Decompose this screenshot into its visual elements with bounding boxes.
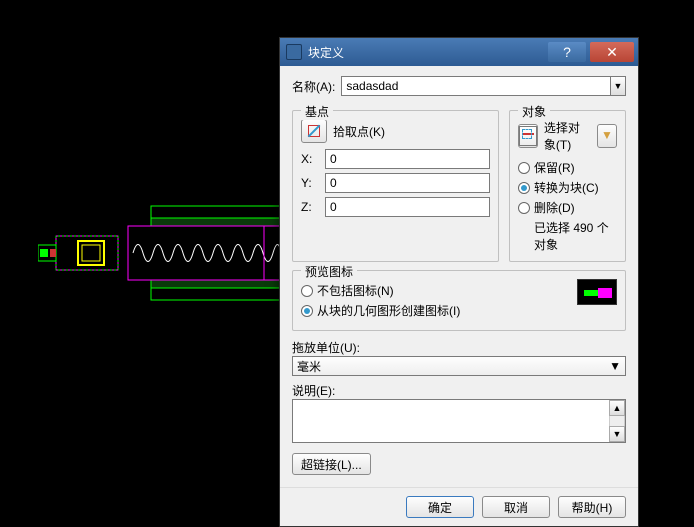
cancel-button[interactable]: 取消: [482, 496, 550, 518]
block-definition-dialog: 块定义 ? ✕ 名称(A): ▼ 基点 拾取点(K) X: Y: Z: 对象: [279, 37, 639, 527]
description-label: 说明(E):: [292, 382, 626, 399]
basepoint-group: 基点 拾取点(K) X: Y: Z:: [292, 110, 499, 262]
app-icon: [286, 44, 302, 60]
preview-legend: 预览图标: [301, 263, 357, 280]
select-objects-label: 选择对象(T): [544, 119, 591, 153]
description-textarea[interactable]: ▲ ▼: [292, 399, 626, 443]
ok-button[interactable]: 确定: [406, 496, 474, 518]
filter-button[interactable]: [597, 124, 617, 148]
z-input[interactable]: [325, 197, 490, 217]
name-dropdown-icon[interactable]: ▼: [610, 76, 626, 96]
name-label: 名称(A):: [292, 78, 335, 95]
scroll-up-icon[interactable]: ▲: [609, 400, 625, 416]
titlebar[interactable]: 块定义 ? ✕: [280, 38, 638, 66]
help-button[interactable]: 帮助(H): [558, 496, 626, 518]
objects-group: 对象 选择对象(T) 保留(R) 转换为块(C) 删除(D) 已选择 490 个…: [509, 110, 626, 262]
chevron-down-icon: ▼: [609, 359, 621, 373]
selection-status: 已选择 490 个对象: [534, 219, 617, 253]
select-objects-button[interactable]: [518, 124, 538, 148]
no-icon-radio[interactable]: 不包括图标(N): [301, 282, 577, 299]
x-input[interactable]: [325, 149, 490, 169]
delete-radio[interactable]: 删除(D): [518, 199, 617, 216]
pick-point-label: 拾取点(K): [333, 123, 385, 140]
preview-thumbnail: [577, 279, 617, 305]
units-value: 毫米: [297, 358, 321, 375]
retain-radio[interactable]: 保留(R): [518, 159, 617, 176]
hyperlink-button[interactable]: 超链接(L)...: [292, 453, 371, 475]
create-icon-radio[interactable]: 从块的几何图形创建图标(I): [301, 302, 577, 319]
z-label: Z:: [301, 200, 325, 214]
pick-point-button[interactable]: [301, 119, 327, 143]
help-icon[interactable]: ?: [548, 42, 586, 62]
dialog-title: 块定义: [308, 44, 548, 61]
y-label: Y:: [301, 176, 325, 190]
select-objects-icon: [519, 126, 537, 146]
objects-legend: 对象: [518, 103, 550, 120]
name-input[interactable]: [341, 76, 610, 96]
filter-icon: [599, 128, 615, 144]
close-icon[interactable]: ✕: [590, 42, 634, 62]
preview-group: 预览图标 不包括图标(N) 从块的几何图形创建图标(I): [292, 270, 626, 331]
x-label: X:: [301, 152, 325, 166]
convert-radio[interactable]: 转换为块(C): [518, 179, 617, 196]
scroll-track[interactable]: [609, 416, 625, 426]
units-label: 拖放单位(U):: [292, 339, 626, 356]
cad-drawing: [38, 201, 281, 311]
units-select[interactable]: 毫米 ▼: [292, 356, 626, 376]
basepoint-legend: 基点: [301, 103, 333, 120]
pick-point-icon: [306, 123, 322, 139]
scroll-down-icon[interactable]: ▼: [609, 426, 625, 442]
y-input[interactable]: [325, 173, 490, 193]
